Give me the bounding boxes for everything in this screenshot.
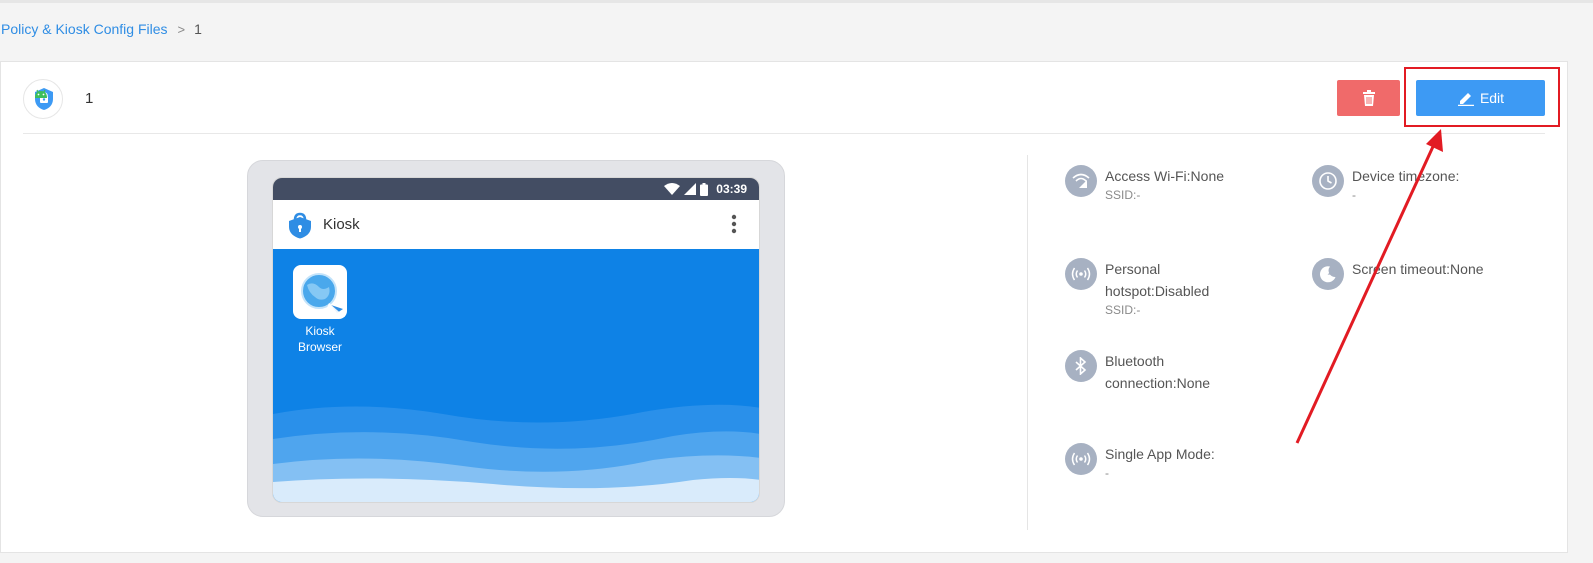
- setting-wifi: Access Wi-Fi:None SSID:-: [1065, 165, 1224, 203]
- hotspot-setting-label-2: hotspot:Disabled: [1105, 283, 1210, 299]
- single-app-icon: [1065, 443, 1097, 475]
- device-preview: 03:39 Kiosk Kiosk Browser: [247, 160, 785, 517]
- top-divider: [0, 0, 1593, 3]
- timezone-setting-value: -: [1352, 188, 1356, 202]
- device-status-bar: 03:39: [273, 178, 759, 200]
- kiosk-browser-label: Kiosk Browser: [297, 324, 342, 354]
- annotation-highlight-box: [1404, 67, 1560, 127]
- setting-screen-timeout: Screen timeout:None: [1312, 258, 1484, 290]
- policy-header: 1 Edit: [23, 62, 1545, 134]
- setting-timezone: Device timezone: -: [1312, 165, 1459, 203]
- battery-icon: [700, 182, 709, 196]
- wifi-icon: [664, 183, 681, 195]
- device-screen: 03:39 Kiosk Kiosk Browser: [272, 177, 760, 503]
- single-app-setting-value: -: [1105, 466, 1109, 480]
- screen-timeout-label: Screen timeout:None: [1352, 261, 1484, 277]
- status-time: 03:39: [716, 182, 747, 196]
- clock-icon: [1312, 165, 1344, 197]
- kiosk-logo-icon: [289, 212, 311, 238]
- wifi-setting-ssid: SSID:-: [1105, 188, 1141, 202]
- setting-single-app: Single App Mode: -: [1065, 443, 1215, 481]
- bluetooth-setting-label-1: Bluetooth: [1105, 353, 1165, 369]
- moon-icon: [1312, 258, 1344, 290]
- hotspot-icon: [1065, 258, 1097, 290]
- single-app-setting-label: Single App Mode:: [1105, 446, 1215, 462]
- breadcrumb-root-link[interactable]: Policy & Kiosk Config Files: [1, 21, 168, 37]
- trash-icon: [1362, 90, 1375, 106]
- kiosk-browser-app[interactable]: [293, 265, 347, 319]
- policy-avatar: [23, 79, 63, 119]
- more-vert-icon[interactable]: [731, 214, 737, 234]
- hotspot-setting-label-1: Personal: [1105, 261, 1161, 277]
- delete-button[interactable]: [1337, 80, 1400, 116]
- wifi-setting-icon: [1065, 165, 1097, 197]
- kiosk-app-bar: Kiosk: [273, 200, 759, 249]
- timezone-setting-label: Device timezone:: [1352, 168, 1460, 184]
- wifi-setting-label: Access Wi-Fi:None: [1105, 168, 1225, 184]
- panel-divider: [1027, 155, 1028, 530]
- kiosk-home-screen: Kiosk Browser: [273, 249, 759, 502]
- wallpaper-waves: [273, 404, 759, 502]
- kiosk-app-title: Kiosk: [323, 216, 360, 233]
- signal-icon: [684, 183, 697, 195]
- bluetooth-icon: [1065, 350, 1097, 382]
- globe-icon: [301, 273, 345, 317]
- setting-hotspot: Personal hotspot:Disabled SSID:-: [1065, 258, 1209, 318]
- hotspot-setting-ssid: SSID:-: [1105, 303, 1141, 317]
- bluetooth-setting-label-2: connection:None: [1105, 375, 1211, 391]
- breadcrumb-separator: >: [177, 21, 186, 37]
- policy-name: 1: [85, 90, 94, 107]
- setting-bluetooth: Bluetooth connection:None: [1065, 350, 1210, 394]
- android-icon: [35, 89, 47, 98]
- breadcrumb-current: 1: [194, 21, 202, 37]
- breadcrumb: Policy & Kiosk Config Files > 1: [1, 21, 202, 37]
